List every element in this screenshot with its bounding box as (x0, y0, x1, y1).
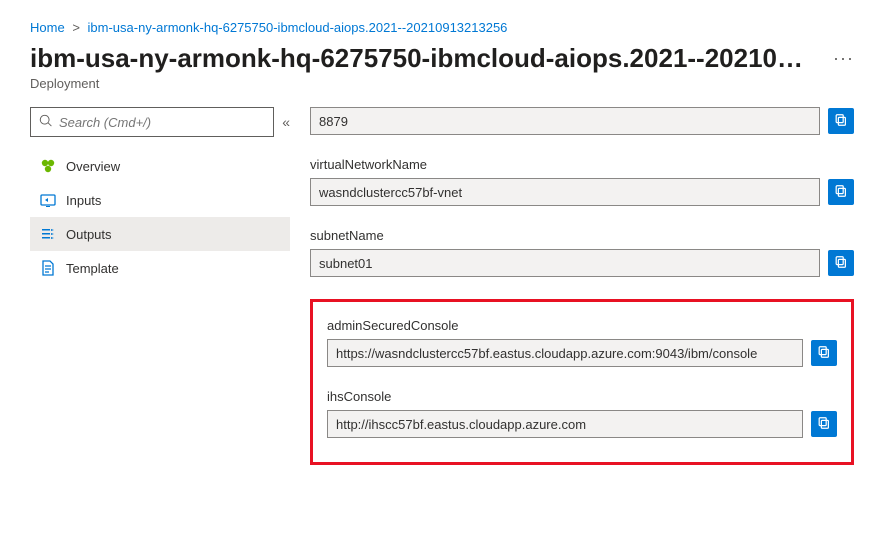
output-label: adminSecuredConsole (327, 318, 837, 333)
copy-button[interactable] (828, 179, 854, 205)
copy-button[interactable] (811, 340, 837, 366)
output-group: subnetName (310, 228, 854, 277)
sidebar-menu: Overview Inputs Outputs Template (30, 149, 290, 285)
output-group: virtualNetworkName (310, 157, 854, 206)
sidebar-item-label: Inputs (66, 193, 101, 208)
outputs-icon (40, 226, 56, 242)
output-label: virtualNetworkName (310, 157, 854, 172)
template-icon (40, 260, 56, 276)
output-value[interactable] (327, 410, 803, 438)
sidebar-item-inputs[interactable]: Inputs (30, 183, 290, 217)
search-icon (39, 114, 59, 131)
output-value[interactable] (310, 249, 820, 277)
page-title: ibm-usa-ny-armonk-hq-6275750-ibmcloud-ai… (30, 43, 803, 74)
sidebar-item-label: Overview (66, 159, 120, 174)
output-label: subnetName (310, 228, 854, 243)
copy-button[interactable] (828, 250, 854, 276)
output-group: ihsConsole (327, 389, 837, 438)
collapse-sidebar-icon[interactable]: « (282, 114, 290, 130)
sidebar: « Overview Inputs Outputs (30, 107, 290, 465)
output-value[interactable] (310, 178, 820, 206)
highlight-box: adminSecuredConsole ihsConsole (310, 299, 854, 465)
sidebar-item-outputs[interactable]: Outputs (30, 217, 290, 251)
search-box[interactable] (30, 107, 274, 137)
breadcrumb-separator: > (72, 20, 80, 35)
breadcrumb-current[interactable]: ibm-usa-ny-armonk-hq-6275750-ibmcloud-ai… (88, 20, 508, 35)
copy-icon (817, 345, 831, 362)
sidebar-item-overview[interactable]: Overview (30, 149, 290, 183)
search-input[interactable] (59, 115, 265, 130)
copy-icon (834, 184, 848, 201)
output-value[interactable] (327, 339, 803, 367)
copy-button[interactable] (811, 411, 837, 437)
inputs-icon (40, 192, 56, 208)
copy-icon (834, 255, 848, 272)
output-label: ihsConsole (327, 389, 837, 404)
resource-type-label: Deployment (30, 76, 854, 91)
overview-icon (40, 158, 56, 174)
copy-icon (834, 113, 848, 130)
sidebar-item-label: Template (66, 261, 119, 276)
breadcrumb: Home > ibm-usa-ny-armonk-hq-6275750-ibmc… (30, 20, 854, 35)
output-value[interactable] (310, 107, 820, 135)
output-group (310, 107, 854, 135)
more-icon[interactable]: ··· (833, 48, 854, 69)
output-group: adminSecuredConsole (327, 318, 837, 367)
copy-icon (817, 416, 831, 433)
sidebar-item-label: Outputs (66, 227, 112, 242)
breadcrumb-home[interactable]: Home (30, 20, 65, 35)
outputs-panel: virtualNetworkName subnetName adminSecur… (310, 107, 854, 465)
sidebar-item-template[interactable]: Template (30, 251, 290, 285)
copy-button[interactable] (828, 108, 854, 134)
